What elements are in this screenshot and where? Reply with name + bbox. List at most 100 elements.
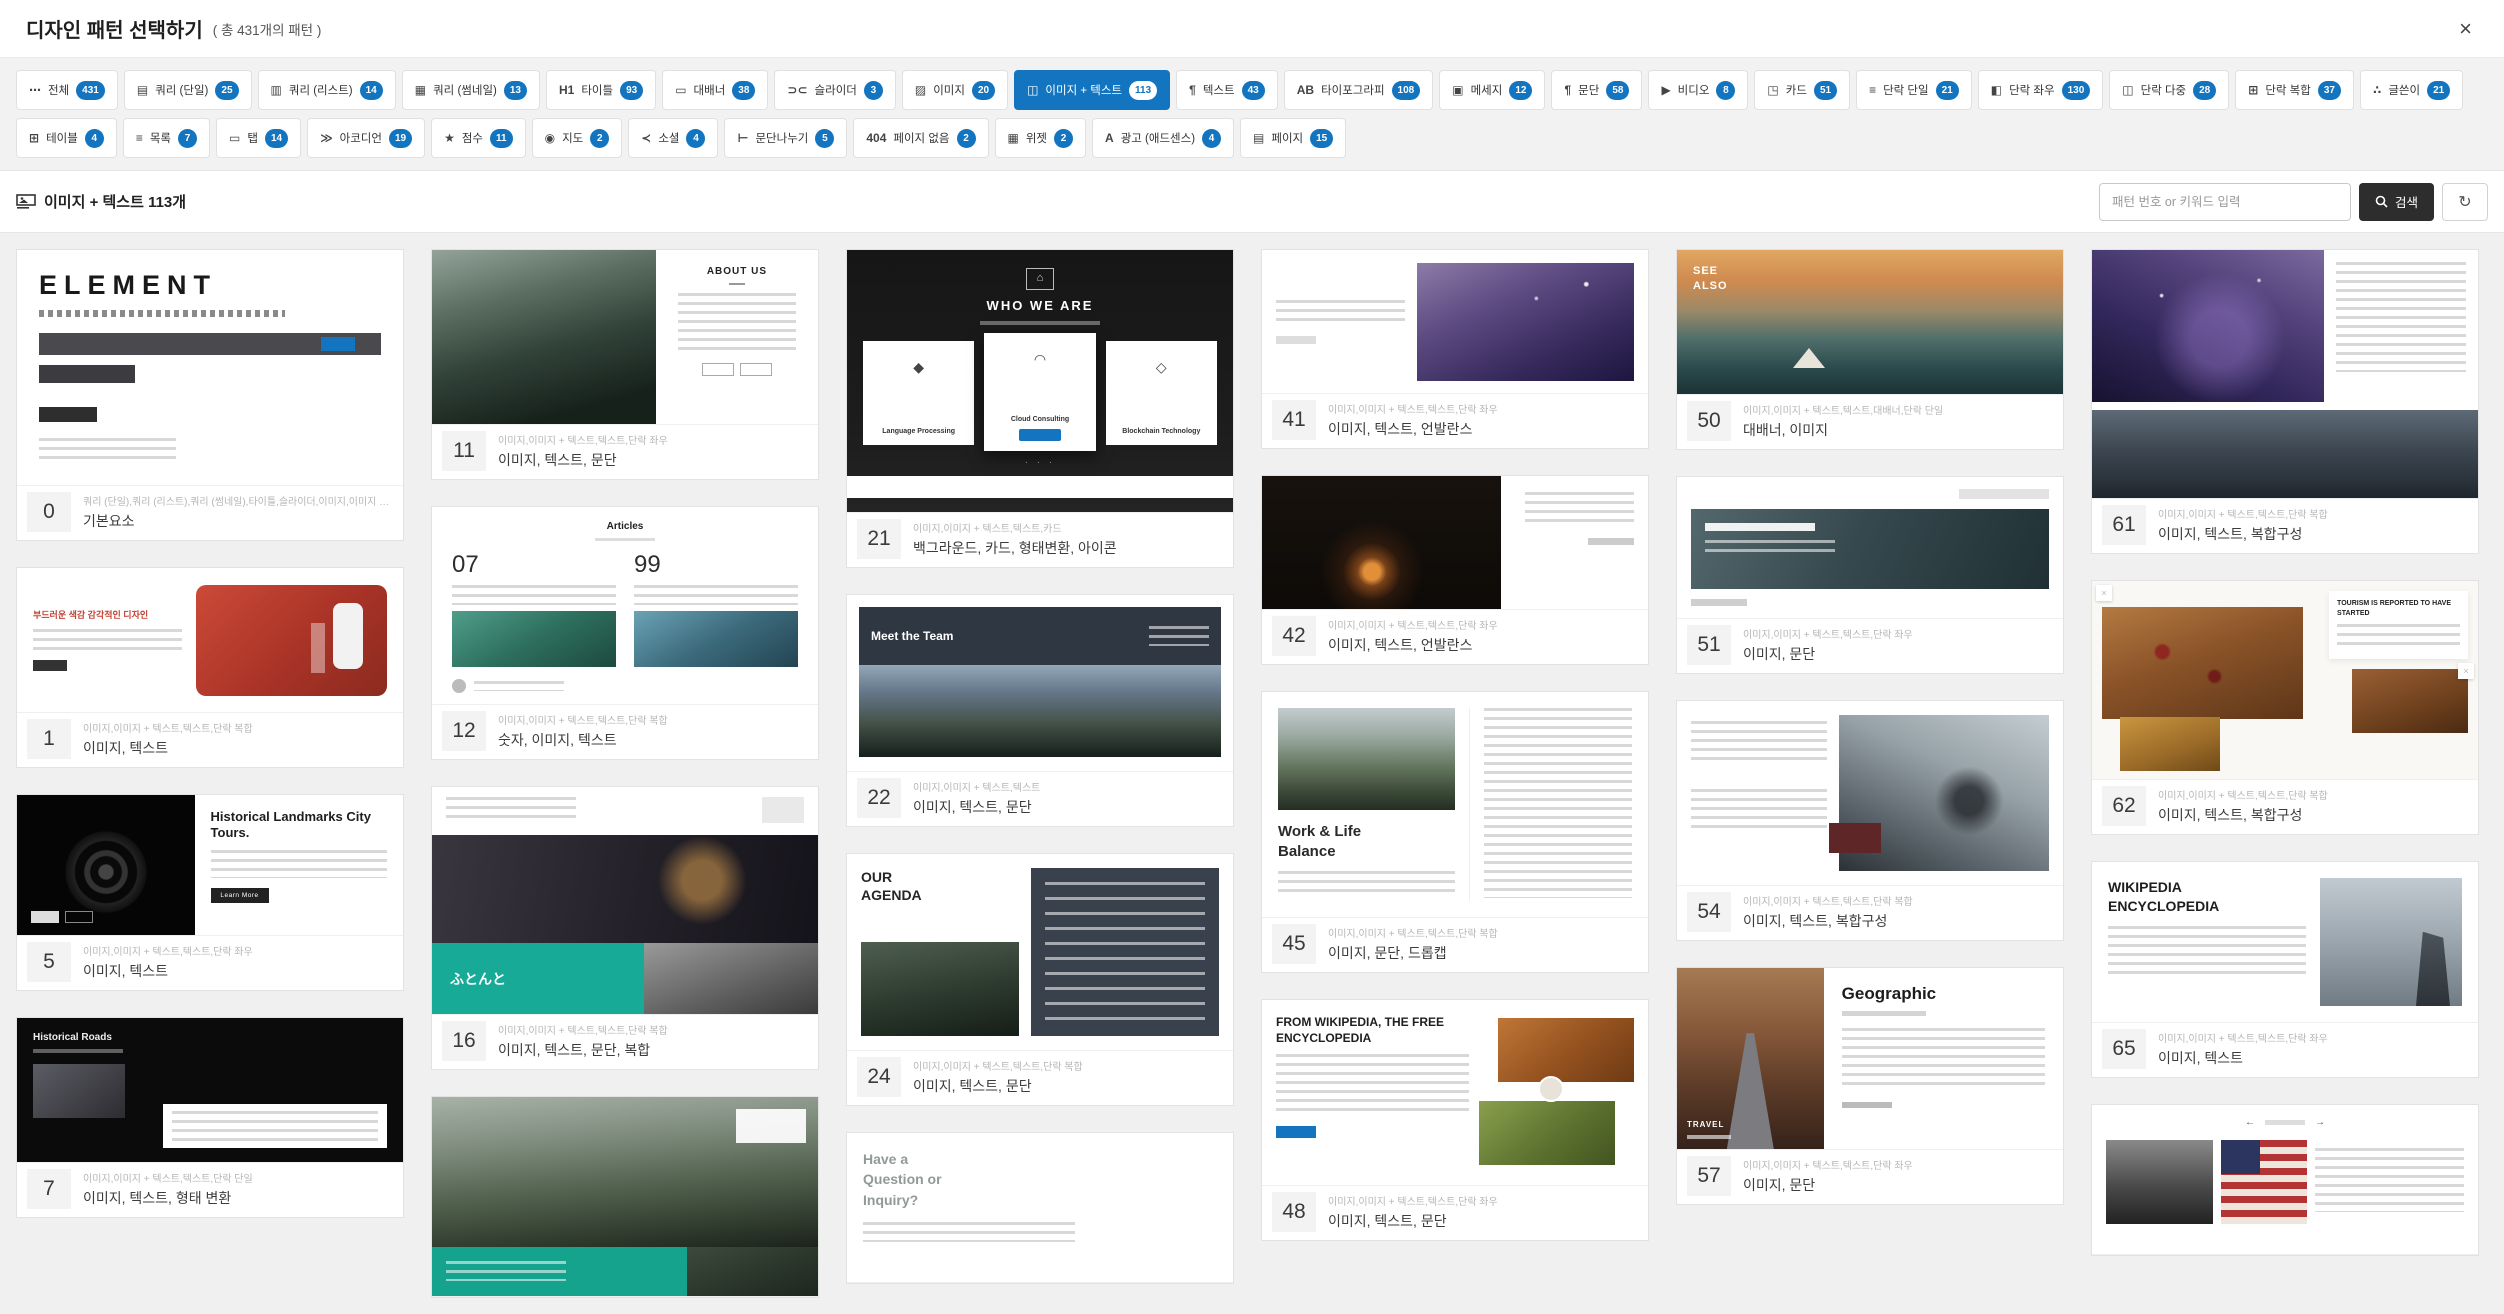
filter-chip-row2-11[interactable]: ▤페이지15 (1240, 118, 1346, 158)
pattern-card-11[interactable]: ABOUT US 11 이미지,이미지 + 텍스트,텍스트,단락 좌우이미지, … (431, 249, 819, 480)
pattern-card-62[interactable]: TOURISM IS REPORTED TO HAVE STARTED × × … (2091, 580, 2479, 835)
filter-chip-row1-17[interactable]: ◫단락 다중28 (2109, 70, 2229, 110)
filter-chip-row2-8[interactable]: 404페이지 없음2 (853, 118, 988, 158)
pattern-card-22[interactable]: Meet the Team 22 이미지,이미지 + 텍스트,텍스트이미지, 텍… (846, 594, 1234, 827)
count-badge: 12 (1509, 81, 1532, 100)
thumb-image-row (2106, 1140, 2464, 1224)
thumb-text-lines (2337, 624, 2460, 646)
thumb-heading: OUR AGENDA (861, 868, 941, 904)
card-footer: 22 이미지,이미지 + 텍스트,텍스트이미지, 텍스트, 문단 (847, 772, 1233, 826)
thumb-heading: Articles (452, 521, 798, 532)
pattern-card-65[interactable]: WIKIPEDIA ENCYCLOPEDIA 65 이미지,이미지 + 텍스트,… (2091, 861, 2479, 1078)
thumb-text-block (1501, 476, 1648, 609)
close-box-icon: × (2458, 663, 2474, 679)
card-footer: 57 이미지,이미지 + 텍스트,텍스트,단락 좌우이미지, 문단 (1677, 1150, 2063, 1204)
pattern-card-21[interactable]: ⌂ WHO WE ARE ◆Language Processing ◠Cloud… (846, 249, 1234, 568)
filter-chip-row1-19[interactable]: ∴글쓴이21 (2360, 70, 2463, 110)
pattern-card-48[interactable]: FROM WIKIPEDIA, THE FREE ENCYCLOPEDIA 48… (1261, 999, 1649, 1241)
filter-chip-row1-2[interactable]: ▥쿼리 (리스트)14 (258, 70, 396, 110)
filter-chip-row2-1[interactable]: ≡목록7 (123, 118, 210, 158)
thumb-heading: Historical Landmarks City Tours. (211, 809, 387, 842)
filter-chip-row1-13[interactable]: ▶비디오8 (1648, 70, 1748, 110)
filter-chip-row1-5[interactable]: ▭대배너38 (662, 70, 768, 110)
filter-chip-row2-9[interactable]: ▦위젯2 (995, 118, 1087, 158)
filter-chip-row1-14[interactable]: ◳카드51 (1754, 70, 1850, 110)
filter-chip-row1-15[interactable]: ≡단락 단일21 (1856, 70, 1972, 110)
filter-chip-row2-2[interactable]: ▭탭14 (216, 118, 301, 158)
pattern-card-12[interactable]: Articles 07 99 12 이미지,이미지 + 텍스트,텍스트,단락 복… (431, 506, 819, 760)
filter-chip-row1-10[interactable]: AB타이포그라피108 (1284, 70, 1434, 110)
thumb-number: 07 (452, 551, 616, 579)
pattern-thumbnail (1262, 250, 1648, 394)
paragraph-divider-icon: ⊢ (737, 131, 748, 145)
pattern-card-16[interactable]: ふとんと 16 이미지,이미지 + 텍스트,텍스트,단락 복합이미지, 텍스트,… (431, 786, 819, 1070)
pattern-card-partial-col6[interactable]: ← → (2091, 1104, 2479, 1256)
filter-chip-row1-18[interactable]: ⊞단락 복합37 (2235, 70, 2354, 110)
pattern-card-41[interactable]: 41 이미지,이미지 + 텍스트,텍스트,단락 좌우이미지, 텍스트, 언발란스 (1261, 249, 1649, 449)
thumb-text-lines (1842, 1028, 2045, 1090)
filter-chip-row1-1[interactable]: ▤쿼리 (단일)25 (124, 70, 252, 110)
filter-chip-row1-7[interactable]: ▨이미지20 (902, 70, 1008, 110)
filter-chip-row2-3[interactable]: ≫아코디언19 (307, 118, 425, 158)
cloud-icon: ◠ (1034, 351, 1046, 368)
filter-chip-row1-8[interactable]: ◫이미지 + 텍스트113 (1014, 70, 1170, 110)
search-input[interactable] (2099, 183, 2351, 221)
pattern-card-54[interactable]: 54 이미지,이미지 + 텍스트,텍스트,단락 복합이미지, 텍스트, 복합구성 (1676, 700, 2064, 941)
filter-chip-row1-9[interactable]: ¶텍스트43 (1176, 70, 1278, 110)
thumb-image (861, 942, 1019, 1036)
thumb-image (1839, 715, 2049, 871)
pattern-card-57[interactable]: TRAVEL Geographic 57 이미지,이미지 + 텍스트,텍스트,단… (1676, 967, 2064, 1205)
widget-icon: ▦ (1008, 131, 1019, 145)
filter-chip-row2-10[interactable]: A광고 (애드센스)4 (1092, 118, 1234, 158)
pattern-number: 65 (2102, 1029, 2146, 1069)
close-icon[interactable]: × (2453, 17, 2478, 41)
pattern-card-51[interactable]: 51 이미지,이미지 + 텍스트,텍스트,단락 좌우이미지, 문단 (1676, 476, 2064, 674)
filter-chip-row2-7[interactable]: ⊢문단나누기5 (724, 118, 847, 158)
pattern-card-1[interactable]: 부드러운 색감 감각적인 디자인 1 이미지,이미지 + 텍스트,텍스트,단락 … (16, 567, 404, 768)
pattern-title: 이미지, 텍스트 (83, 738, 393, 758)
pattern-card-50[interactable]: SEE ALSO 50 이미지,이미지 + 텍스트,텍스트,대배너,단락 단일대… (1676, 249, 2064, 450)
thumb-rule (729, 283, 745, 285)
thumb-text-lines (1691, 721, 1827, 761)
pattern-card-7[interactable]: Historical Roads 7 이미지,이미지 + 텍스트,텍스트,단락 … (16, 1017, 404, 1218)
filter-chip-row1-3[interactable]: ▦쿼리 (썸네일)13 (402, 70, 540, 110)
filter-label: 문단 (1578, 82, 1599, 98)
card-footer: 65 이미지,이미지 + 텍스트,텍스트,단락 좌우이미지, 텍스트 (2092, 1023, 2478, 1077)
filter-chip-row2-6[interactable]: ≺소셜4 (628, 118, 718, 158)
filter-chip-row2-4[interactable]: ★점수11 (431, 118, 526, 158)
thumb-toolbar-small (39, 365, 135, 383)
filter-chip-row1-11[interactable]: ▣메세지12 (1439, 70, 1545, 110)
refresh-button[interactable]: ↻ (2442, 183, 2488, 221)
filter-chip-row1-6[interactable]: ⊃⊂슬라이더3 (774, 70, 895, 110)
thumb-image-secondary (2352, 669, 2468, 733)
thumb-heading: Have a Question or Inquiry? (863, 1149, 963, 1210)
query-list-icon: ▥ (271, 83, 282, 97)
search-button[interactable]: 검색 (2359, 183, 2434, 221)
thumb-text-lines (1276, 1054, 1469, 1116)
filter-chip-row1-4[interactable]: H1타이틀93 (546, 70, 656, 110)
pattern-number: 45 (1272, 924, 1316, 964)
pattern-title: 기본요소 (83, 511, 393, 531)
filter-chip-row2-0[interactable]: ⊞테이블4 (16, 118, 117, 158)
pattern-card-24[interactable]: OUR AGENDA 24 이미지,이미지 + 텍스트,텍스트,단락 복합이미지… (846, 853, 1234, 1106)
pattern-card-61[interactable]: 61 이미지,이미지 + 텍스트,텍스트,단락 복합이미지, 텍스트, 복합구성 (2091, 249, 2479, 554)
thumb-device-shape (333, 603, 363, 669)
count-badge: 25 (215, 81, 238, 100)
card-footer: 62 이미지,이미지 + 텍스트,텍스트,단락 복합이미지, 텍스트, 복합구성 (2092, 780, 2478, 834)
pattern-card-partial-col2[interactable] (431, 1096, 819, 1298)
filter-chip-row1-12[interactable]: ¶문단58 (1551, 70, 1642, 110)
message-icon: ▣ (1452, 83, 1463, 97)
thumb-heading: FROM WIKIPEDIA, THE FREE ENCYCLOPEDIA (1276, 1014, 1469, 1046)
pattern-card-partial-col3[interactable]: Have a Question or Inquiry? (846, 1132, 1234, 1284)
filter-chip-row2-5[interactable]: ◉지도2 (532, 118, 623, 158)
thumb-accent-box: ふとんと (432, 943, 644, 1015)
filter-chip-row1-16[interactable]: ◧단락 좌우130 (1978, 70, 2104, 110)
filter-chip-row1-0[interactable]: ⋯전체431 (16, 70, 118, 110)
pattern-card-42[interactable]: 42 이미지,이미지 + 텍스트,텍스트,단락 좌우이미지, 텍스트, 언발란스 (1261, 475, 1649, 665)
count-badge: 58 (1606, 81, 1629, 100)
pattern-card-45[interactable]: Work & Life Balance 45 이미지,이미지 + 텍스트,텍스트… (1261, 691, 1649, 973)
pattern-card-5[interactable]: Historical Landmarks City Tours. Learn M… (16, 794, 404, 991)
count-badge: 93 (620, 81, 643, 100)
pattern-card-0[interactable]: ELEMENT 0 쿼리 (단일),쿼리 (리스트),쿼리 (썸네일),타이틀,… (16, 249, 404, 541)
filter-label: 목록 (150, 130, 171, 146)
